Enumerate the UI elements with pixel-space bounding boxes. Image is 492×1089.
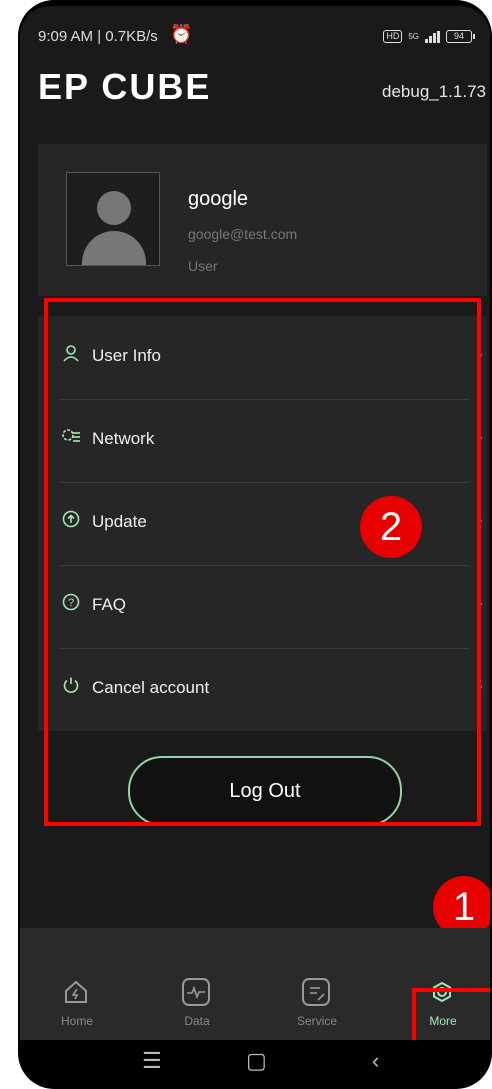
app-logo: EP CUBE [38, 66, 212, 107]
status-time: 9:09 AM | 0.7KB/s [38, 28, 158, 45]
status-bar: 9:09 AM | 0.7KB/s ⏰ HD 5G 94 [20, 6, 490, 62]
profile-email: google@test.com [188, 226, 298, 242]
alarm-icon: ⏰ [170, 24, 193, 44]
service-icon [302, 978, 330, 1006]
data-icon [182, 978, 210, 1006]
nav-item-data[interactable]: Data [152, 928, 242, 1040]
nav-item-home[interactable]: Home [32, 928, 122, 1040]
home-system-button[interactable]: ▢ [246, 1048, 267, 1074]
annotation-badge-2: 2 [360, 496, 422, 558]
annotation-box-menu [44, 298, 481, 826]
back-system-button[interactable]: ‹ [372, 1048, 379, 1074]
app-screen: 9:09 AM | 0.7KB/s ⏰ HD 5G 94 EP CUBE deb… [20, 6, 490, 1085]
battery-icon: 94 [446, 30, 475, 43]
annotation-box-more [412, 988, 490, 1048]
nav-label: Data [184, 1014, 210, 1028]
nav-item-service[interactable]: Service [272, 928, 362, 1040]
network-type: 5G [408, 32, 419, 41]
phone-frame: 9:09 AM | 0.7KB/s ⏰ HD 5G 94 EP CUBE deb… [18, 0, 492, 1089]
profile-role: User [188, 258, 218, 274]
avatar [66, 172, 160, 266]
nav-label: Home [60, 1014, 93, 1028]
profile-card: google google@test.com User [38, 144, 487, 296]
avatar-head [97, 191, 131, 225]
status-indicators: HD 5G 94 [383, 30, 475, 43]
avatar-body [82, 231, 146, 265]
app-version: debug_1.1.73 [382, 82, 486, 101]
nav-label: Service [296, 1014, 337, 1028]
recent-apps-button[interactable]: ☰ [142, 1048, 162, 1074]
hd-badge: HD [383, 30, 403, 43]
profile-name: google [188, 188, 249, 210]
system-nav-bar: ☰ ▢ ‹ [20, 1040, 490, 1085]
signal-icon [425, 30, 440, 43]
home-icon [62, 978, 90, 1006]
